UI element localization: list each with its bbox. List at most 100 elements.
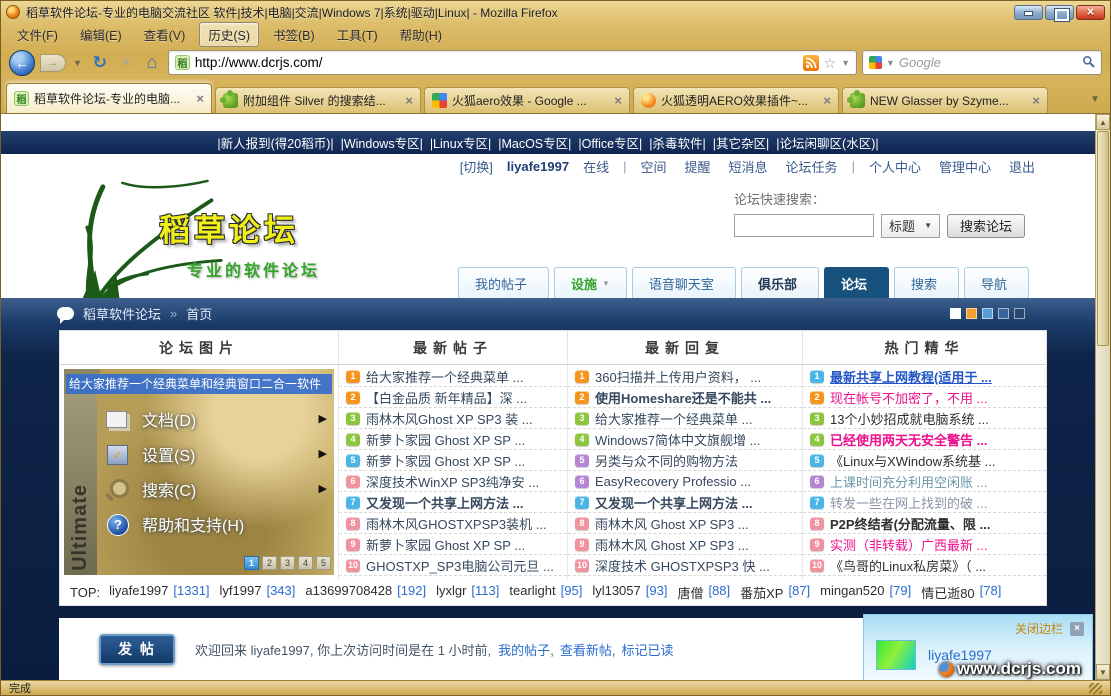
digest-list-item[interactable]: 2 现在帐号不加密了，不用 ... — [803, 387, 1046, 408]
topnav-link[interactable]: |其它杂区| — [713, 133, 770, 152]
post-list-item[interactable]: 8 雨林木风GHOSTXPSP3装机 ... — [339, 513, 567, 534]
forum-nav-tab[interactable]: 搜索 — [894, 267, 959, 298]
browser-tab[interactable]: 附加组件 Silver 的搜索结... × — [215, 87, 421, 113]
image-pager-dot[interactable]: 4 — [298, 556, 313, 570]
menu-item[interactable]: 编辑(E) — [72, 23, 130, 46]
digest-list-item[interactable]: 3 13个小妙招成就电脑系统 ... — [803, 408, 1046, 429]
userbar-link[interactable]: 管理中心 — [939, 157, 991, 176]
search-forum-button[interactable]: 搜索论坛 — [947, 214, 1025, 238]
digest-list-item[interactable]: 1 最新共享上网教程(适用于 ... — [803, 366, 1046, 387]
browser-tab[interactable]: 火狐透明AERO效果插件~... × — [633, 87, 839, 113]
forum-nav-tab[interactable]: 设施 ▼ — [554, 267, 627, 298]
topnav-link[interactable]: |Linux专区| — [430, 133, 491, 152]
list-all-tabs-button[interactable]: ▼ — [1085, 94, 1105, 113]
topnav-link[interactable]: |Windows专区| — [341, 133, 423, 152]
menu-item[interactable]: 帮助(H) — [392, 23, 450, 46]
quick-search-input[interactable] — [734, 214, 874, 237]
digest-list-item[interactable]: 8 P2P终结者(分配流量、限 ... — [803, 513, 1046, 534]
post-list-item[interactable]: 2 【白金品质 新年精品】深 ... — [339, 387, 567, 408]
forward-button[interactable] — [40, 54, 66, 72]
top-poster[interactable]: mingan520 [79] — [820, 583, 911, 602]
userbar-link[interactable]: 提醒 — [685, 157, 711, 176]
history-dropdown-icon[interactable]: ▼ — [71, 58, 84, 68]
top-poster[interactable]: lyxlgr [113] — [436, 583, 499, 602]
tab-close-icon[interactable]: × — [614, 94, 622, 107]
back-button[interactable] — [9, 50, 35, 76]
topnav-link[interactable]: |杀毒软件| — [649, 133, 706, 152]
browser-tab[interactable]: NEW Glasser by Szyme... × — [842, 87, 1048, 113]
reply-list-item[interactable]: 10 深度技术 GHOSTXPSP3 快 ... — [568, 555, 802, 576]
top-poster[interactable]: 番茄XP [87] — [740, 583, 810, 602]
reply-list-item[interactable]: 9 雨林木风 Ghost XP SP3 ... — [568, 534, 802, 555]
top-poster[interactable]: 唐僧 [88] — [677, 583, 730, 602]
scroll-up-button[interactable] — [1096, 114, 1110, 130]
top-poster[interactable]: tearlight [95] — [509, 583, 582, 602]
post-list-item[interactable]: 5 新萝卜家园 Ghost XP SP ... — [339, 450, 567, 471]
digest-list-item[interactable]: 9 实测（非转载）广西最新 ... — [803, 534, 1046, 555]
digest-list-item[interactable]: 5 《Linux与XWindow系统基 ... — [803, 450, 1046, 471]
forum-image[interactable]: Ultimate 给大家推荐一个经典菜单和经典窗口二合一软件 文档(D) — [64, 369, 334, 575]
reply-list-item[interactable]: 5 另类与众不同的购物方法 — [568, 450, 802, 471]
web-search-input[interactable] — [899, 55, 1078, 70]
forum-nav-tab[interactable]: 我的帖子 — [458, 267, 549, 298]
browser-tab[interactable]: 稻草软件论坛-专业的电脑... × — [6, 83, 212, 113]
reply-list-item[interactable]: 1 360扫描并上传用户资料， ... — [568, 366, 802, 387]
menu-item[interactable]: 书签(B) — [265, 23, 323, 46]
close-sidebar-label[interactable]: 关闭边栏 — [1015, 620, 1063, 637]
theme-color-square[interactable] — [1014, 308, 1025, 319]
menu-item[interactable]: 历史(S) — [199, 22, 259, 47]
post-list-item[interactable]: 10 GHOSTXP_SP3电脑公司元旦 ... — [339, 555, 567, 576]
reply-list-item[interactable]: 4 Windows7简体中文旗舰增 ... — [568, 429, 802, 450]
breadcrumb-page[interactable]: 首页 — [186, 304, 212, 323]
image-pager-dot[interactable]: 1 — [244, 556, 259, 570]
topnav-link[interactable]: |Office专区| — [578, 133, 642, 152]
welcome-link[interactable]: 查看新帖 — [560, 640, 616, 659]
tab-close-icon[interactable]: × — [405, 94, 413, 107]
menu-item[interactable]: 查看(V) — [136, 23, 194, 46]
theme-color-square[interactable] — [998, 308, 1009, 319]
userbar-link[interactable]: 论坛任务 — [786, 157, 838, 176]
userbar-link[interactable]: 空间 — [641, 157, 667, 176]
refresh-button[interactable] — [89, 53, 111, 73]
post-list-item[interactable]: 3 雨林木风Ghost XP SP3 装 ... — [339, 408, 567, 429]
userbar-link[interactable]: 退出 — [1009, 157, 1035, 176]
userbar-link[interactable]: 短消息 — [729, 157, 768, 176]
search-magnifier-icon[interactable] — [1082, 55, 1095, 71]
tab-close-icon[interactable]: × — [196, 92, 204, 105]
welcome-link[interactable]: 我的帖子 — [498, 640, 554, 659]
userbar-link[interactable]: 个人中心 — [869, 157, 921, 176]
post-list-item[interactable]: 4 新萝卜家园 Ghost XP SP ... — [339, 429, 567, 450]
reply-list-item[interactable]: 6 EasyRecovery Professio ... — [568, 471, 802, 492]
image-caption[interactable]: 给大家推荐一个经典菜单和经典窗口二合一软件 — [66, 374, 332, 394]
topnav-link[interactable]: |MacOS专区| — [498, 133, 571, 152]
reply-list-item[interactable]: 3 给大家推荐一个经典菜单 ... — [568, 408, 802, 429]
username-link[interactable]: liyafe1997 — [507, 159, 569, 174]
forum-nav-tab[interactable]: 语音聊天室 — [632, 267, 736, 298]
minimize-button[interactable] — [1014, 5, 1043, 20]
reply-list-item[interactable]: 2 使用Homeshare还是不能共 ... — [568, 387, 802, 408]
theme-color-square[interactable] — [982, 308, 993, 319]
forum-nav-tab[interactable]: 俱乐部 — [741, 267, 819, 298]
theme-color-square[interactable] — [950, 308, 961, 319]
home-button[interactable]: ⌂ — [141, 52, 163, 73]
reply-list-item[interactable]: 8 雨林木风 Ghost XP SP3 ... — [568, 513, 802, 534]
post-list-item[interactable]: 1 给大家推荐一个经典菜单 ... — [339, 366, 567, 387]
digest-list-item[interactable]: 4 已经使用两天无安全警告 ... — [803, 429, 1046, 450]
topnav-link[interactable]: |新人报到(得20稻币)| — [217, 133, 333, 152]
search-engine-dropdown-icon[interactable]: ▼ — [886, 58, 895, 68]
scrollbar-thumb[interactable] — [1097, 131, 1109, 346]
breadcrumb-site[interactable]: 稻草软件论坛 — [83, 304, 161, 323]
resize-grip[interactable] — [1089, 683, 1102, 694]
site-logo[interactable]: 稻草论坛 专业的软件论坛 — [59, 179, 379, 305]
avatar[interactable] — [876, 640, 916, 670]
topnav-link[interactable]: |论坛闲聊区(水区)| — [776, 133, 878, 152]
tab-close-icon[interactable]: × — [1032, 94, 1040, 107]
theme-color-square[interactable] — [966, 308, 977, 319]
search-scope-select[interactable]: 标题 ▼ — [881, 214, 940, 238]
stop-button[interactable]: × — [116, 54, 136, 72]
bookmark-star-icon[interactable]: ☆ — [824, 56, 837, 70]
menu-item[interactable]: 文件(F) — [9, 23, 66, 46]
digest-list-item[interactable]: 6 上课时间充分利用空闲账 ... — [803, 471, 1046, 492]
rss-icon[interactable] — [803, 55, 819, 71]
top-poster[interactable]: liyafe1997 [1331] — [109, 583, 209, 602]
